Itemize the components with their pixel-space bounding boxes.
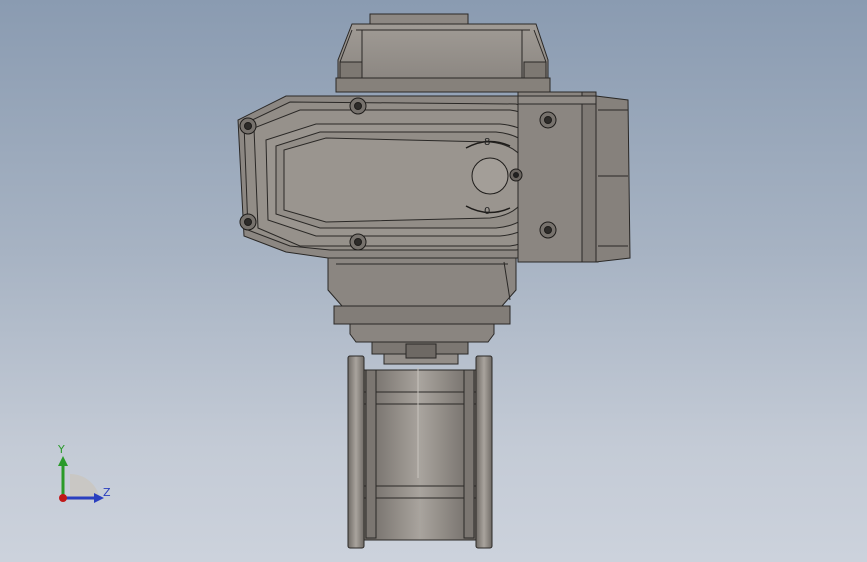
- valve-body: [347, 355, 493, 549]
- direction-symbol-bottom: 0: [484, 206, 490, 217]
- triad-z-label: Z: [103, 486, 111, 499]
- triad-y-label: Y: [58, 443, 65, 456]
- top-housing: [335, 13, 551, 93]
- valve-actuator-model[interactable]: 8 0: [0, 0, 867, 562]
- gearbox-body: [237, 91, 631, 263]
- graphics-viewport[interactable]: 8 0 Y Z: [0, 0, 867, 562]
- mounting-bracket: [327, 257, 517, 365]
- coordinate-triad: [58, 456, 104, 503]
- direction-symbol-top: 8: [484, 137, 490, 148]
